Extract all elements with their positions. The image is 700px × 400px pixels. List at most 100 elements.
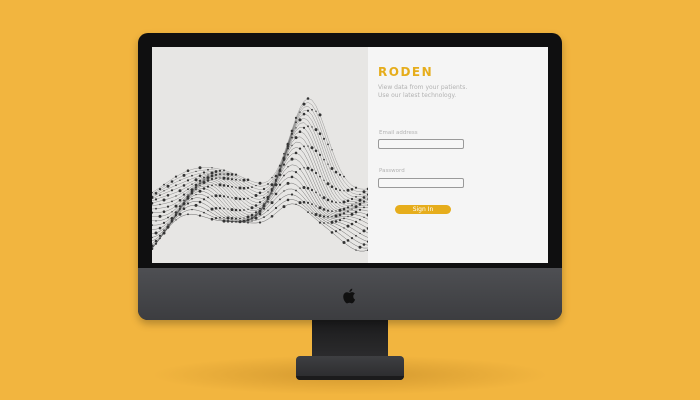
wave-node: [175, 184, 177, 187]
wave-node: [166, 194, 170, 197]
wave-node: [222, 176, 226, 180]
wave-node: [350, 197, 354, 201]
wave-node: [226, 177, 230, 180]
wave-node: [214, 217, 218, 220]
wave-node: [222, 195, 226, 198]
wave-node: [162, 198, 166, 202]
wave-node: [162, 231, 166, 235]
wave-node: [306, 97, 310, 100]
wave-node: [179, 179, 181, 181]
wave-node: [343, 217, 345, 220]
wave-node: [330, 220, 334, 224]
wave-node: [306, 186, 310, 190]
wave-node: [152, 247, 154, 250]
wave-node: [175, 195, 177, 197]
wave-node: [310, 188, 314, 192]
wave-node: [346, 206, 350, 209]
wave-node: [267, 183, 269, 185]
wave-node: [330, 185, 334, 188]
wave-node: [334, 187, 338, 190]
wave-node: [354, 186, 358, 189]
wave-node: [170, 180, 174, 183]
wave-node: [323, 179, 325, 181]
wave-node: [258, 191, 262, 195]
password-label: Password: [379, 168, 405, 174]
wave-node: [254, 216, 258, 220]
wave-node: [223, 173, 225, 175]
wave-node: [290, 193, 294, 196]
wave-node: [294, 136, 298, 140]
wave-node: [290, 157, 294, 161]
wave-node: [239, 179, 241, 181]
wave-node: [283, 174, 285, 177]
wave-node: [215, 184, 217, 186]
wave-node: [322, 196, 326, 200]
wave-node: [330, 167, 334, 170]
wave-node: [323, 158, 325, 161]
email-label: Email address: [379, 130, 418, 136]
wave-node: [287, 166, 289, 168]
wave-node: [307, 211, 309, 214]
wave-node: [339, 189, 341, 192]
wave-node: [343, 175, 345, 178]
wave-node: [251, 186, 253, 189]
wave-node: [347, 210, 349, 213]
wave-node: [334, 170, 338, 174]
tagline: View data from your patients. Use our la…: [378, 84, 467, 100]
wave-node: [338, 173, 342, 176]
wave-node: [263, 196, 265, 199]
wave-node: [298, 201, 302, 205]
wave-node: [334, 220, 338, 223]
wave-node: [174, 175, 178, 178]
wave-node: [214, 207, 218, 210]
wave-node: [362, 196, 366, 199]
email-field[interactable]: [378, 139, 464, 149]
wave-node: [359, 232, 361, 235]
sign-in-button[interactable]: Sign In: [395, 205, 451, 214]
monitor-stand-base-edge: [296, 376, 404, 380]
wave-node: [207, 209, 209, 212]
wave-node: [242, 197, 246, 200]
wave-node: [274, 192, 278, 196]
wave-node: [295, 203, 297, 205]
wave-node: [207, 168, 209, 171]
wireframe-wave-illustration: [152, 97, 368, 252]
wave-node: [282, 163, 286, 166]
wave-node: [211, 167, 213, 169]
wave-node: [298, 118, 302, 122]
wave-node: [350, 188, 354, 191]
wave-node: [299, 111, 301, 113]
wave-node: [310, 146, 314, 150]
wave-node: [202, 181, 206, 184]
password-field[interactable]: [378, 178, 464, 188]
wave-node: [218, 207, 222, 210]
wave-node: [327, 143, 329, 146]
wave-node: [298, 130, 302, 133]
wave-node: [255, 184, 257, 187]
wave-node: [311, 126, 313, 128]
wave-node: [214, 170, 218, 173]
wave-node: [198, 214, 202, 217]
wave-node: [191, 197, 193, 200]
wave-node: [343, 190, 345, 192]
brand-title: RODEN: [378, 65, 434, 79]
wave-node: [247, 197, 249, 200]
wave-node: [246, 178, 250, 182]
wave-node: [234, 208, 238, 212]
wave-node: [326, 198, 330, 202]
wave-node: [314, 171, 318, 175]
wave-node: [243, 209, 245, 211]
wave-node: [262, 207, 266, 210]
wave-node: [338, 213, 342, 217]
wave-node: [199, 184, 201, 187]
wave-node: [206, 185, 210, 188]
wave-node: [198, 166, 202, 170]
wave-node: [346, 188, 350, 192]
wave-node: [291, 136, 293, 139]
wave-node: [235, 178, 237, 181]
wave-node: [202, 187, 206, 190]
wave-node: [162, 221, 166, 224]
wave-node: [318, 221, 322, 224]
wave-node: [295, 127, 297, 129]
wave-node: [258, 201, 262, 204]
